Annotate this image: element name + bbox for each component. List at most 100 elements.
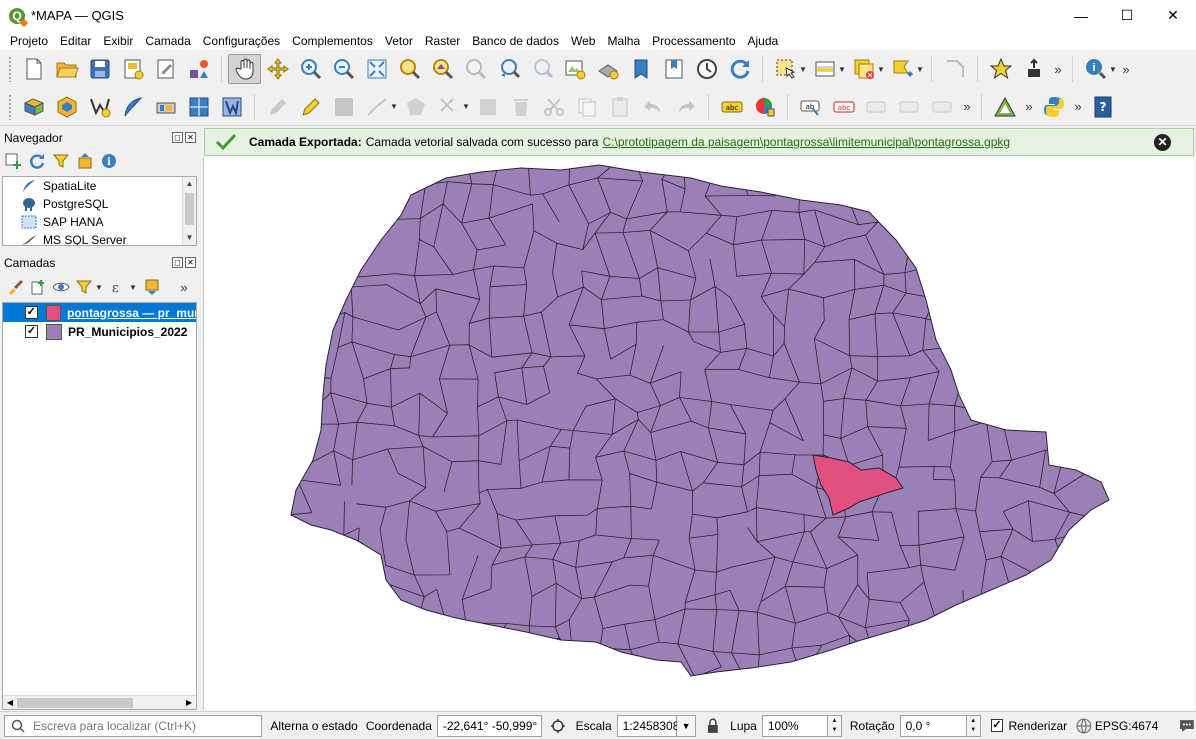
zoom-native-button[interactable] bbox=[459, 54, 492, 84]
menu-processamento[interactable]: Processamento bbox=[646, 34, 741, 48]
python-console-button[interactable] bbox=[1037, 92, 1070, 122]
parana-state-shape[interactable] bbox=[291, 165, 1109, 676]
minimize-button[interactable]: — bbox=[1058, 0, 1104, 31]
georeferencer-button[interactable] bbox=[1017, 54, 1050, 84]
navigator-item-postgresql[interactable]: PostgreSQL bbox=[3, 195, 196, 213]
new-shapefile-button[interactable] bbox=[83, 92, 116, 122]
collapse-all-icon[interactable] bbox=[76, 152, 94, 170]
scroll-thumb[interactable] bbox=[17, 698, 133, 708]
map-svg[interactable] bbox=[204, 157, 1195, 710]
zoom-in-button[interactable] bbox=[294, 54, 327, 84]
close-window-button[interactable]: ✕ bbox=[1150, 0, 1196, 31]
layers-horizontal-scrollbar[interactable]: ◀ ▶ bbox=[3, 695, 196, 709]
show-bookmarks-button[interactable] bbox=[657, 54, 690, 84]
open-project-button[interactable] bbox=[50, 54, 83, 84]
toolbar2-overflow-3[interactable]: » bbox=[1070, 99, 1086, 114]
paste-features-button[interactable] bbox=[603, 92, 636, 122]
label-move-button[interactable] bbox=[860, 92, 893, 122]
pan-to-selection-button[interactable] bbox=[261, 54, 294, 84]
vertex-tool-button[interactable] bbox=[432, 92, 465, 122]
zoom-full-button[interactable] bbox=[360, 54, 393, 84]
select-features-button[interactable] bbox=[769, 54, 802, 84]
message-file-link[interactable]: C:\prototipagem da paisagem\pontagrossa\… bbox=[602, 135, 1010, 149]
toolbar2-overflow-2[interactable]: » bbox=[1021, 99, 1037, 114]
filter-expression-dropdown-arrow[interactable]: ▼ bbox=[129, 283, 138, 292]
new-spatialite-button[interactable] bbox=[116, 92, 149, 122]
refresh-icon[interactable] bbox=[28, 152, 46, 170]
crs-label[interactable]: EPSG:4674 bbox=[1095, 719, 1158, 733]
new-vector-layer-button[interactable] bbox=[215, 92, 248, 122]
attributes-button[interactable] bbox=[886, 54, 919, 84]
menu-raster[interactable]: Raster bbox=[419, 34, 466, 48]
menu-exibir[interactable]: Exibir bbox=[97, 34, 139, 48]
data-source-manager-button[interactable] bbox=[17, 92, 50, 122]
map-canvas[interactable] bbox=[203, 157, 1195, 710]
menu-vetor[interactable]: Vetor bbox=[379, 34, 419, 48]
new-geopackage-button[interactable] bbox=[50, 92, 83, 122]
new-project-button[interactable] bbox=[17, 54, 50, 84]
menu-complementos[interactable]: Complementos bbox=[286, 34, 379, 48]
menu-configuracoes[interactable]: Configurações bbox=[197, 34, 286, 48]
navigator-item-mssql[interactable]: MS SQL Server bbox=[3, 231, 196, 245]
new-map-view-button[interactable] bbox=[558, 54, 591, 84]
navigator-item-spatialite[interactable]: SpatiaLite bbox=[3, 177, 196, 195]
processing-toolbox-button[interactable] bbox=[988, 92, 1021, 122]
layer-symbol-swatch[interactable] bbox=[46, 323, 62, 340]
toolbar-overflow[interactable]: » bbox=[1050, 62, 1066, 77]
layers-close-button[interactable]: ✕ bbox=[185, 257, 196, 268]
filter-legend-dropdown-arrow[interactable]: ▼ bbox=[95, 283, 104, 292]
identify-features-button[interactable]: i bbox=[1079, 54, 1112, 84]
filter-legend-icon[interactable] bbox=[75, 278, 93, 296]
scale-field[interactable]: 1:2458308 bbox=[616, 714, 679, 737]
menu-malha[interactable]: Malha bbox=[601, 34, 646, 48]
info-icon[interactable]: i bbox=[100, 152, 118, 170]
layer-visibility-checkbox[interactable]: ✓ bbox=[25, 306, 38, 319]
filter-icon[interactable] bbox=[52, 152, 70, 170]
messages-speech-icon[interactable] bbox=[1178, 717, 1196, 735]
toggle-state-label[interactable]: Alterna o estado bbox=[270, 719, 357, 733]
zoom-out-button[interactable] bbox=[327, 54, 360, 84]
filter-expression-icon[interactable]: ε bbox=[109, 278, 127, 296]
new-bookmark-button[interactable] bbox=[624, 54, 657, 84]
toggle-editing-button[interactable] bbox=[294, 92, 327, 122]
current-edits-button[interactable] bbox=[261, 92, 294, 122]
copy-features-button[interactable] bbox=[570, 92, 603, 122]
delete-selected-button[interactable] bbox=[504, 92, 537, 122]
visibility-eye-icon[interactable] bbox=[52, 278, 70, 296]
toolbar2-overflow[interactable]: » bbox=[959, 99, 975, 114]
menu-banco-de-dados[interactable]: Banco de dados bbox=[466, 34, 565, 48]
message-close-icon[interactable]: ✕ bbox=[1154, 134, 1171, 151]
scroll-thumb[interactable] bbox=[185, 193, 194, 225]
lock-icon[interactable] bbox=[704, 717, 722, 735]
magnifier-field[interactable]: 100% bbox=[761, 714, 829, 737]
layer-row-pontagrossa[interactable]: ✓ pontagrossa — pr_mun bbox=[3, 303, 196, 322]
scroll-right-arrow[interactable]: ▶ bbox=[182, 696, 196, 709]
zoom-next-button[interactable] bbox=[525, 54, 558, 84]
new-temp-layer-button[interactable] bbox=[182, 92, 215, 122]
refresh-button[interactable] bbox=[723, 54, 756, 84]
label-change-button[interactable] bbox=[926, 92, 959, 122]
rotation-field[interactable]: 0,0 ° bbox=[899, 714, 967, 737]
navigator-float-button[interactable]: ◻ bbox=[172, 132, 183, 143]
temporal-controller-button[interactable] bbox=[690, 54, 723, 84]
locator-search-input[interactable]: Escreva para localizar (Ctrl+K) bbox=[4, 714, 263, 737]
zoom-last-button[interactable] bbox=[492, 54, 525, 84]
add-polygon-button[interactable] bbox=[399, 92, 432, 122]
navigator-item-sap-hana[interactable]: SAP HANA bbox=[3, 213, 196, 231]
new-3d-view-button[interactable] bbox=[591, 54, 624, 84]
new-virtual-layer-button[interactable] bbox=[149, 92, 182, 122]
toolbar-grip[interactable] bbox=[8, 93, 12, 120]
magnifier-spinner[interactable]: ▲ ▼ bbox=[828, 714, 842, 737]
layout-manager-button[interactable] bbox=[149, 54, 182, 84]
toolbar-overflow-right[interactable]: » bbox=[1118, 62, 1134, 77]
render-label[interactable]: Renderizar bbox=[1008, 719, 1067, 733]
cut-features-button[interactable] bbox=[537, 92, 570, 122]
plugin-star-button[interactable] bbox=[984, 54, 1017, 84]
layers-float-button[interactable]: ◻ bbox=[172, 257, 183, 268]
label-highlight-button[interactable]: abc bbox=[827, 92, 860, 122]
redo-button[interactable] bbox=[669, 92, 702, 122]
add-group-icon[interactable] bbox=[29, 278, 47, 296]
modify-attributes-button[interactable] bbox=[471, 92, 504, 122]
maximize-button[interactable]: ☐ bbox=[1104, 0, 1150, 31]
layer-styling-brush-icon[interactable] bbox=[6, 278, 24, 296]
